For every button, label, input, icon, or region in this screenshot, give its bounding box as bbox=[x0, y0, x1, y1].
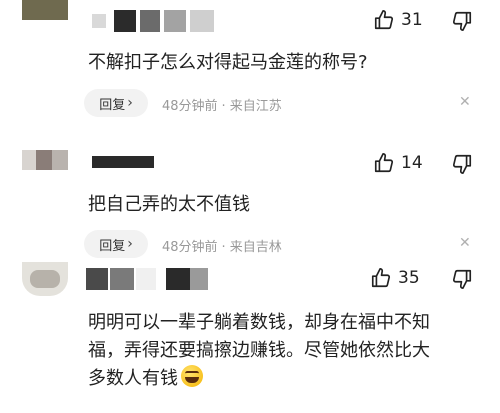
meta-separator: · bbox=[221, 240, 226, 255]
username-redacted[interactable] bbox=[92, 152, 154, 174]
reply-button[interactable]: 回复 › bbox=[84, 89, 148, 117]
comment-text: 把自己弄的太不值钱 bbox=[88, 194, 250, 215]
close-icon[interactable]: ✕ bbox=[459, 235, 471, 251]
username-redacted[interactable] bbox=[86, 268, 210, 290]
thumbs-up-icon bbox=[373, 152, 395, 174]
comment-time: 48分钟前 bbox=[162, 240, 218, 255]
chevron-right-icon: › bbox=[127, 95, 133, 111]
thumbs-down-icon[interactable] bbox=[451, 268, 473, 290]
like-count: 31 bbox=[401, 10, 423, 30]
chevron-right-icon: › bbox=[127, 236, 133, 252]
avatar[interactable] bbox=[22, 0, 68, 20]
like-button[interactable]: 31 bbox=[373, 8, 423, 32]
username-redacted[interactable] bbox=[92, 10, 214, 32]
comment-text: 明明可以一辈子躺着数钱，却身在福中不知 福，弄得还要搞擦边赚钱。尽管她依然比大 … bbox=[88, 309, 483, 393]
like-count: 35 bbox=[398, 268, 420, 288]
reply-button[interactable]: 回复 › bbox=[84, 230, 148, 258]
like-button[interactable]: 35 bbox=[370, 266, 420, 290]
reply-label: 回复 bbox=[99, 97, 126, 113]
comment-text-line: 福，弄得还要搞擦边赚钱。尽管她依然比大 bbox=[88, 340, 430, 361]
thumbs-up-icon bbox=[370, 267, 392, 289]
close-icon[interactable]: ✕ bbox=[459, 94, 471, 110]
comment-text-fragment: 多数人有钱 bbox=[88, 368, 178, 389]
thumbs-down-icon[interactable] bbox=[451, 10, 473, 32]
like-count: 14 bbox=[401, 153, 423, 173]
comment-location: 来自江苏 bbox=[229, 99, 282, 114]
comment-meta: 48分钟前 · 来自江苏 bbox=[162, 95, 282, 114]
comment-time: 48分钟前 bbox=[162, 99, 218, 114]
meta-separator: · bbox=[221, 99, 226, 114]
avatar[interactable] bbox=[22, 150, 68, 170]
comment-location: 来自吉林 bbox=[229, 240, 282, 255]
comment-text: 不解扣子怎么对得起马金莲的称号? bbox=[88, 52, 368, 73]
reply-label: 回复 bbox=[99, 238, 126, 254]
comment-text-line: 明明可以一辈子躺着数钱，却身在福中不知 bbox=[88, 312, 430, 333]
laughing-crying-emoji-icon bbox=[181, 365, 203, 387]
thumbs-up-icon bbox=[373, 9, 395, 31]
avatar[interactable] bbox=[22, 262, 68, 296]
comment-meta: 48分钟前 · 来自吉林 bbox=[162, 236, 282, 255]
like-button[interactable]: 14 bbox=[373, 151, 423, 175]
comment-text-line: 多数人有钱 bbox=[88, 365, 483, 393]
thumbs-down-icon[interactable] bbox=[451, 153, 473, 175]
